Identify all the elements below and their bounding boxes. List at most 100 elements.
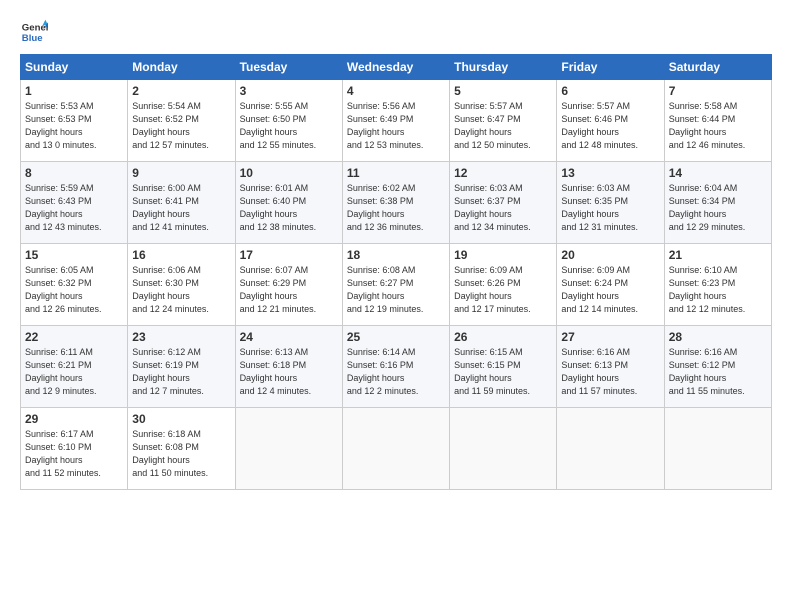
calendar-body: 1 Sunrise: 5:53 AMSunset: 6:53 PMDayligh…	[21, 80, 772, 490]
day-info: Sunrise: 6:16 AMSunset: 6:13 PMDaylight …	[561, 347, 637, 396]
calendar-cell: 16 Sunrise: 6:06 AMSunset: 6:30 PMDaylig…	[128, 244, 235, 326]
calendar-cell: 24 Sunrise: 6:13 AMSunset: 6:18 PMDaylig…	[235, 326, 342, 408]
day-info: Sunrise: 6:03 AMSunset: 6:35 PMDaylight …	[561, 183, 638, 232]
day-info: Sunrise: 5:57 AMSunset: 6:46 PMDaylight …	[561, 101, 638, 150]
calendar-week-2: 8 Sunrise: 5:59 AMSunset: 6:43 PMDayligh…	[21, 162, 772, 244]
calendar-cell: 17 Sunrise: 6:07 AMSunset: 6:29 PMDaylig…	[235, 244, 342, 326]
calendar-week-1: 1 Sunrise: 5:53 AMSunset: 6:53 PMDayligh…	[21, 80, 772, 162]
day-info: Sunrise: 6:13 AMSunset: 6:18 PMDaylight …	[240, 347, 312, 396]
day-number: 10	[240, 166, 338, 180]
calendar-cell	[342, 408, 449, 490]
day-info: Sunrise: 6:09 AMSunset: 6:26 PMDaylight …	[454, 265, 531, 314]
calendar-cell: 2 Sunrise: 5:54 AMSunset: 6:52 PMDayligh…	[128, 80, 235, 162]
day-info: Sunrise: 6:01 AMSunset: 6:40 PMDaylight …	[240, 183, 317, 232]
calendar-cell: 20 Sunrise: 6:09 AMSunset: 6:24 PMDaylig…	[557, 244, 664, 326]
day-info: Sunrise: 6:08 AMSunset: 6:27 PMDaylight …	[347, 265, 424, 314]
calendar-cell: 10 Sunrise: 6:01 AMSunset: 6:40 PMDaylig…	[235, 162, 342, 244]
day-number: 30	[132, 412, 230, 426]
day-number: 17	[240, 248, 338, 262]
calendar-cell: 29 Sunrise: 6:17 AMSunset: 6:10 PMDaylig…	[21, 408, 128, 490]
calendar-header-row: SundayMondayTuesdayWednesdayThursdayFrid…	[21, 55, 772, 80]
calendar-cell: 13 Sunrise: 6:03 AMSunset: 6:35 PMDaylig…	[557, 162, 664, 244]
calendar-header-saturday: Saturday	[664, 55, 771, 80]
calendar-week-3: 15 Sunrise: 6:05 AMSunset: 6:32 PMDaylig…	[21, 244, 772, 326]
day-info: Sunrise: 6:17 AMSunset: 6:10 PMDaylight …	[25, 429, 101, 478]
calendar-header-thursday: Thursday	[450, 55, 557, 80]
day-number: 9	[132, 166, 230, 180]
page-header: General Blue	[20, 18, 772, 46]
day-number: 25	[347, 330, 445, 344]
day-info: Sunrise: 6:11 AMSunset: 6:21 PMDaylight …	[25, 347, 97, 396]
day-number: 7	[669, 84, 767, 98]
day-number: 15	[25, 248, 123, 262]
day-number: 11	[347, 166, 445, 180]
day-number: 4	[347, 84, 445, 98]
day-info: Sunrise: 6:03 AMSunset: 6:37 PMDaylight …	[454, 183, 531, 232]
day-number: 8	[25, 166, 123, 180]
calendar-cell: 26 Sunrise: 6:15 AMSunset: 6:15 PMDaylig…	[450, 326, 557, 408]
calendar-cell: 1 Sunrise: 5:53 AMSunset: 6:53 PMDayligh…	[21, 80, 128, 162]
calendar-cell: 27 Sunrise: 6:16 AMSunset: 6:13 PMDaylig…	[557, 326, 664, 408]
calendar-cell: 18 Sunrise: 6:08 AMSunset: 6:27 PMDaylig…	[342, 244, 449, 326]
calendar-cell: 19 Sunrise: 6:09 AMSunset: 6:26 PMDaylig…	[450, 244, 557, 326]
calendar-header-tuesday: Tuesday	[235, 55, 342, 80]
calendar-cell: 22 Sunrise: 6:11 AMSunset: 6:21 PMDaylig…	[21, 326, 128, 408]
day-number: 22	[25, 330, 123, 344]
day-number: 18	[347, 248, 445, 262]
day-info: Sunrise: 5:53 AMSunset: 6:53 PMDaylight …	[25, 101, 97, 150]
calendar-cell: 14 Sunrise: 6:04 AMSunset: 6:34 PMDaylig…	[664, 162, 771, 244]
day-number: 23	[132, 330, 230, 344]
calendar-cell	[664, 408, 771, 490]
day-info: Sunrise: 6:14 AMSunset: 6:16 PMDaylight …	[347, 347, 419, 396]
day-number: 14	[669, 166, 767, 180]
calendar-cell: 5 Sunrise: 5:57 AMSunset: 6:47 PMDayligh…	[450, 80, 557, 162]
calendar-week-5: 29 Sunrise: 6:17 AMSunset: 6:10 PMDaylig…	[21, 408, 772, 490]
day-info: Sunrise: 5:55 AMSunset: 6:50 PMDaylight …	[240, 101, 317, 150]
day-number: 29	[25, 412, 123, 426]
calendar-cell: 4 Sunrise: 5:56 AMSunset: 6:49 PMDayligh…	[342, 80, 449, 162]
calendar-cell: 6 Sunrise: 5:57 AMSunset: 6:46 PMDayligh…	[557, 80, 664, 162]
day-info: Sunrise: 5:54 AMSunset: 6:52 PMDaylight …	[132, 101, 209, 150]
calendar-cell	[450, 408, 557, 490]
day-number: 13	[561, 166, 659, 180]
day-number: 12	[454, 166, 552, 180]
day-number: 21	[669, 248, 767, 262]
calendar-cell: 3 Sunrise: 5:55 AMSunset: 6:50 PMDayligh…	[235, 80, 342, 162]
calendar-cell: 11 Sunrise: 6:02 AMSunset: 6:38 PMDaylig…	[342, 162, 449, 244]
day-info: Sunrise: 6:07 AMSunset: 6:29 PMDaylight …	[240, 265, 317, 314]
day-info: Sunrise: 6:06 AMSunset: 6:30 PMDaylight …	[132, 265, 209, 314]
day-number: 6	[561, 84, 659, 98]
calendar-cell: 28 Sunrise: 6:16 AMSunset: 6:12 PMDaylig…	[664, 326, 771, 408]
calendar-cell	[235, 408, 342, 490]
day-info: Sunrise: 6:15 AMSunset: 6:15 PMDaylight …	[454, 347, 530, 396]
calendar-week-4: 22 Sunrise: 6:11 AMSunset: 6:21 PMDaylig…	[21, 326, 772, 408]
day-info: Sunrise: 5:59 AMSunset: 6:43 PMDaylight …	[25, 183, 102, 232]
day-info: Sunrise: 5:56 AMSunset: 6:49 PMDaylight …	[347, 101, 424, 150]
day-number: 1	[25, 84, 123, 98]
day-info: Sunrise: 6:12 AMSunset: 6:19 PMDaylight …	[132, 347, 204, 396]
day-number: 19	[454, 248, 552, 262]
day-number: 26	[454, 330, 552, 344]
calendar-header-wednesday: Wednesday	[342, 55, 449, 80]
calendar-cell	[557, 408, 664, 490]
calendar-cell: 23 Sunrise: 6:12 AMSunset: 6:19 PMDaylig…	[128, 326, 235, 408]
calendar-header-friday: Friday	[557, 55, 664, 80]
day-info: Sunrise: 6:18 AMSunset: 6:08 PMDaylight …	[132, 429, 208, 478]
calendar-header-sunday: Sunday	[21, 55, 128, 80]
calendar-cell: 15 Sunrise: 6:05 AMSunset: 6:32 PMDaylig…	[21, 244, 128, 326]
day-number: 28	[669, 330, 767, 344]
day-info: Sunrise: 6:02 AMSunset: 6:38 PMDaylight …	[347, 183, 424, 232]
day-info: Sunrise: 6:05 AMSunset: 6:32 PMDaylight …	[25, 265, 102, 314]
logo: General Blue	[20, 18, 48, 46]
calendar-cell: 25 Sunrise: 6:14 AMSunset: 6:16 PMDaylig…	[342, 326, 449, 408]
logo-icon: General Blue	[20, 18, 48, 46]
day-info: Sunrise: 6:10 AMSunset: 6:23 PMDaylight …	[669, 265, 746, 314]
day-number: 16	[132, 248, 230, 262]
calendar-cell: 7 Sunrise: 5:58 AMSunset: 6:44 PMDayligh…	[664, 80, 771, 162]
calendar-cell: 12 Sunrise: 6:03 AMSunset: 6:37 PMDaylig…	[450, 162, 557, 244]
day-info: Sunrise: 6:09 AMSunset: 6:24 PMDaylight …	[561, 265, 638, 314]
svg-text:Blue: Blue	[22, 33, 43, 44]
day-number: 27	[561, 330, 659, 344]
day-number: 2	[132, 84, 230, 98]
day-info: Sunrise: 5:58 AMSunset: 6:44 PMDaylight …	[669, 101, 746, 150]
